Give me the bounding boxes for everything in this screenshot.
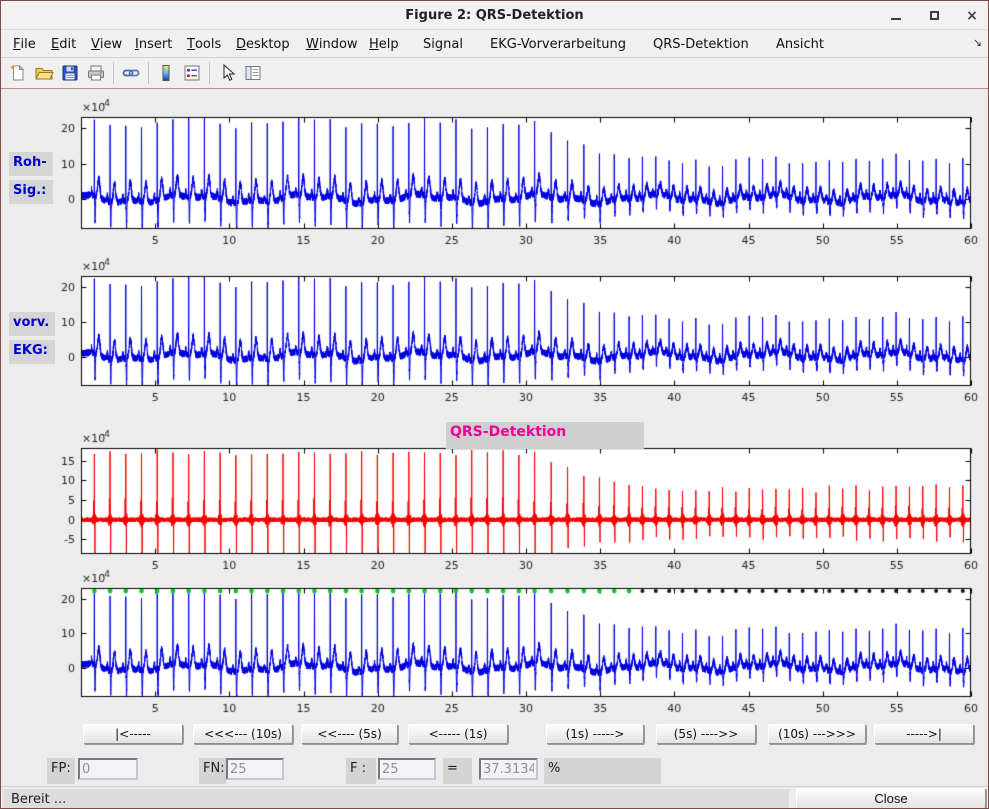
back-1s-button[interactable]: <----- (1s) <box>408 724 508 744</box>
insert-legend-button[interactable] <box>179 60 205 86</box>
close-button[interactable]: Close <box>796 788 986 809</box>
menu-window[interactable]: Window <box>304 30 360 58</box>
new-figure-button[interactable] <box>5 60 31 86</box>
fp-input[interactable] <box>78 758 138 780</box>
f-label: F : <box>346 758 376 784</box>
figure-canvas-area: Roh- Sig.: vorv. EKG: QRS-Detektion |<--… <box>1 89 989 786</box>
link-plot-button[interactable] <box>118 60 144 86</box>
equals-label: = <box>443 758 472 784</box>
title-bar: Figure 2: QRS-Detektion × <box>1 1 988 30</box>
fp-label: FP: <box>47 758 75 784</box>
menu-insert[interactable]: Insert <box>133 30 174 58</box>
pointer-mode-button[interactable] <box>214 60 240 86</box>
link-chain-icon <box>121 63 141 83</box>
label-roh: Roh- <box>9 152 53 176</box>
maximize-icon <box>930 11 939 20</box>
menu-bar: File Edit View Insert Tools Desktop Wind… <box>1 30 988 58</box>
minimize-icon <box>891 18 901 20</box>
menu-tools[interactable]: Tools <box>185 30 223 58</box>
forward-10s-button[interactable]: (10s) --->>> <box>768 724 866 744</box>
fn-input[interactable] <box>226 758 284 780</box>
window-controls: × <box>888 1 980 30</box>
toolbar-separator <box>113 62 114 84</box>
insert-colorbar-button[interactable] <box>153 60 179 86</box>
go-to-start-button[interactable]: |<----- <box>83 724 183 744</box>
menu-view[interactable]: View <box>89 30 124 58</box>
minimize-button[interactable] <box>888 8 904 24</box>
status-bar: Bereit ... Close <box>1 786 988 809</box>
menu-edit[interactable]: Edit <box>49 30 78 58</box>
status-text: Bereit ... <box>3 789 789 809</box>
menu-signal[interactable]: Signal <box>421 30 465 58</box>
plot-browser-icon <box>243 63 263 83</box>
cursor-arrow-icon <box>217 63 237 83</box>
maximize-button[interactable] <box>926 8 942 24</box>
label-sig: Sig.: <box>9 180 53 204</box>
menu-ansicht[interactable]: Ansicht <box>774 30 826 58</box>
menu-help[interactable]: Help <box>367 30 401 58</box>
menu-overflow-icon[interactable]: ↘ <box>973 36 982 49</box>
open-file-button[interactable] <box>31 60 57 86</box>
f-input[interactable] <box>378 758 436 780</box>
forward-5s-button[interactable]: (5s) ---->> <box>656 724 756 744</box>
go-to-end-button[interactable]: ----->| <box>874 724 974 744</box>
print-figure-button[interactable] <box>83 60 109 86</box>
ecg-plots-canvas[interactable] <box>1 89 989 721</box>
open-folder-icon <box>34 63 54 83</box>
menu-qrs-detektion[interactable]: QRS-Detektion <box>651 30 751 58</box>
close-window-button[interactable]: × <box>964 8 980 24</box>
percent-label: % <box>544 758 661 784</box>
save-figure-button[interactable] <box>57 60 83 86</box>
menu-ekg-vorverarbeitung[interactable]: EKG-Vorverarbeitung <box>488 30 628 58</box>
window-title: Figure 2: QRS-Detektion <box>405 8 583 23</box>
qrs-detektion-plot-title: QRS-Detektion <box>446 422 644 449</box>
label-vorv: vorv. <box>9 312 55 336</box>
result-input[interactable] <box>479 758 538 780</box>
toolbar-separator <box>148 62 149 84</box>
menu-file[interactable]: File <box>11 30 38 58</box>
figure-toolbar <box>1 58 988 89</box>
printer-icon <box>86 63 106 83</box>
fn-label: FN: <box>199 758 226 784</box>
legend-icon <box>182 63 202 83</box>
back-5s-button[interactable]: <<---- (5s) <box>301 724 398 744</box>
back-10s-button[interactable]: <<<--- (10s) <box>193 724 293 744</box>
forward-1s-button[interactable]: (1s) -----> <box>546 724 644 744</box>
save-floppy-icon <box>60 63 80 83</box>
colorbar-icon <box>156 63 176 83</box>
new-document-icon <box>8 63 28 83</box>
figure-window: Figure 2: QRS-Detektion × File Edit View… <box>0 0 989 809</box>
menu-desktop[interactable]: Desktop <box>234 30 292 58</box>
label-ekg: EKG: <box>9 340 55 364</box>
close-icon: × <box>966 9 978 23</box>
toolbar-separator <box>209 62 210 84</box>
plot-browser-button[interactable] <box>240 60 266 86</box>
